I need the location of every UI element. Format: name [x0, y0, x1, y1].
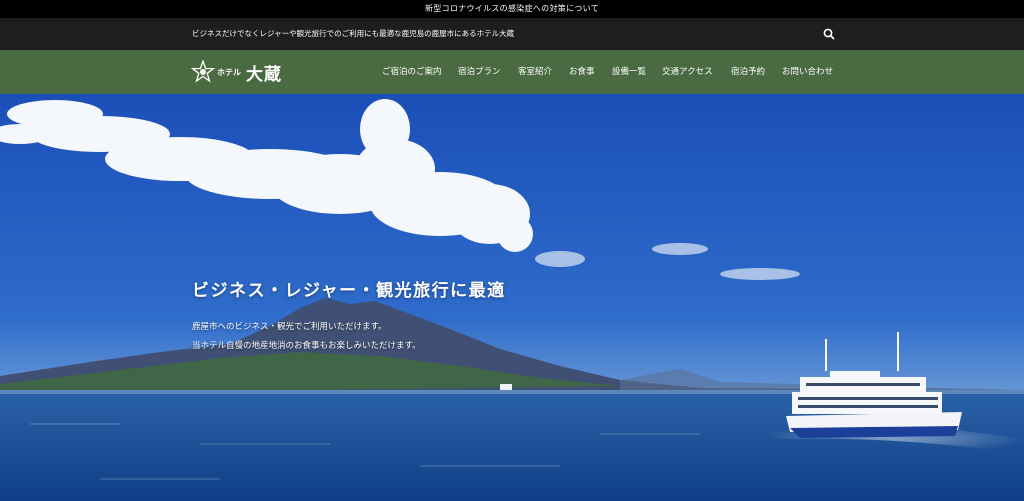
hero-section: ビジネス・レジャー・観光旅行に最適 鹿屋市へのビジネス・観光でご利用いただけます…	[0, 94, 1024, 501]
nav-item-reservation[interactable]: 宿泊予約	[731, 50, 765, 94]
nav-item-facilities[interactable]: 設備一覧	[612, 50, 646, 94]
covid-notice-bar[interactable]: 新型コロナウイルスの感染症への対策について	[0, 0, 1024, 18]
nav-item-access[interactable]: 交通アクセス	[662, 50, 713, 94]
hotel-logo[interactable]: ホテル 大蔵	[191, 59, 291, 85]
logo-emblem-icon	[191, 60, 215, 83]
hero-subtext-line-2: 当ホテル自慢の地産地消のお食事もお楽しみいただけます。	[192, 341, 421, 351]
logo-text-big: 大蔵	[246, 65, 282, 85]
hero-background-image	[0, 94, 1024, 501]
site-tagline: ビジネスだけでなくレジャーや観光旅行でのご利用にも最適な鹿児島の鹿屋市にあるホテ…	[192, 29, 515, 38]
hero-subtext-line-1: 鹿屋市へのビジネス・観光でご利用いただけます。	[192, 322, 387, 332]
nav-item-contact[interactable]: お問い合わせ	[782, 50, 833, 94]
covid-notice-link[interactable]: 新型コロナウイルスの感染症への対策について	[425, 4, 599, 13]
search-icon[interactable]	[822, 27, 836, 41]
nav-item-stay-guide[interactable]: ご宿泊のご案内	[382, 50, 442, 94]
nav-item-meals[interactable]: お食事	[569, 50, 595, 94]
top-bar: ビジネスだけでなくレジャーや観光旅行でのご利用にも最適な鹿児島の鹿屋市にあるホテ…	[0, 18, 1024, 50]
main-navbar: ホテル 大蔵 ご宿泊のご案内 宿泊プラン 客室紹介 お食事 設備一覧 交通アクセ…	[0, 50, 1024, 94]
hero-headline: ビジネス・レジャー・観光旅行に最適	[192, 281, 506, 301]
nav-item-stay-plans[interactable]: 宿泊プラン	[458, 50, 501, 94]
nav-item-rooms[interactable]: 客室紹介	[518, 50, 552, 94]
logo-text-small: ホテル	[217, 68, 241, 77]
